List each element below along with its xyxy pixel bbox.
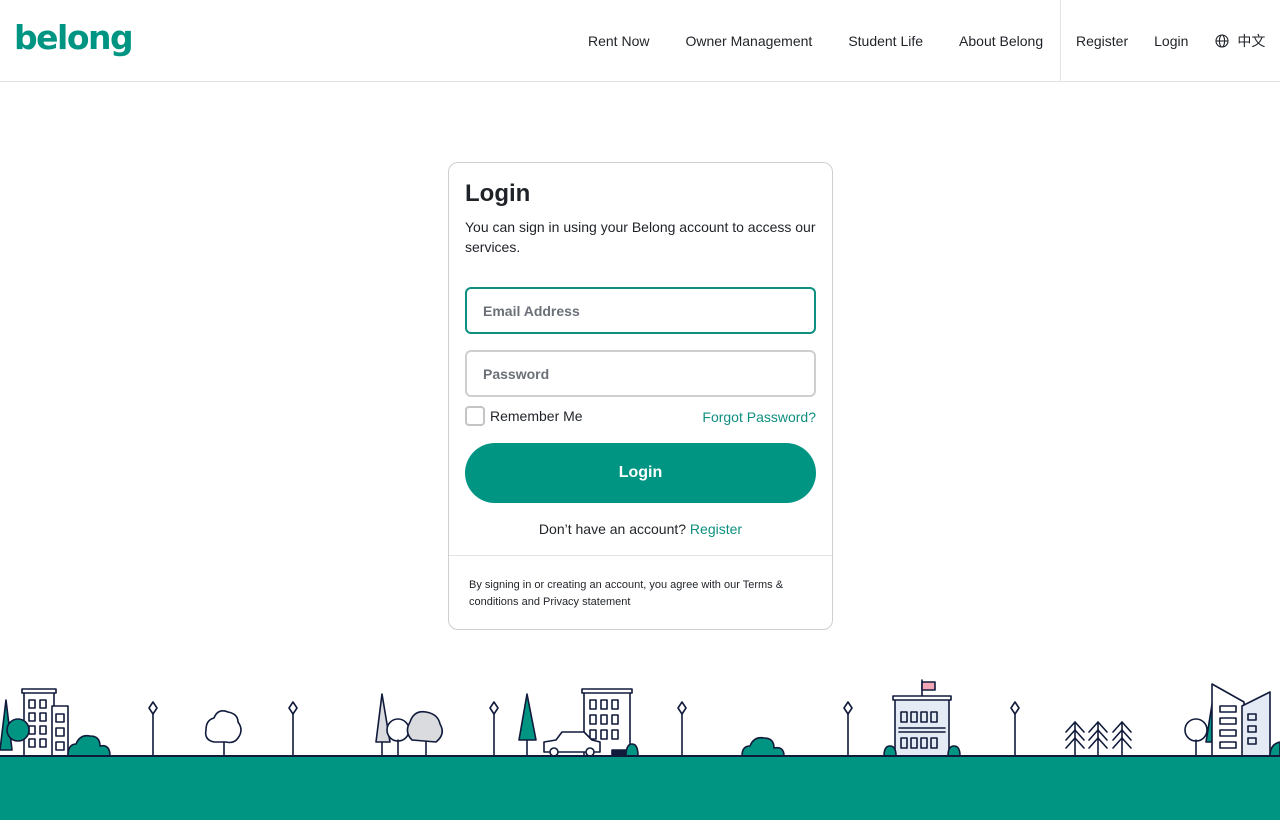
nav-register[interactable]: Register	[1076, 33, 1128, 49]
belong-logo[interactable]: belong	[14, 18, 134, 57]
nav-owner-management[interactable]: Owner Management	[685, 33, 812, 49]
account-nav: Register Login 中文	[1076, 0, 1280, 81]
nav-login[interactable]: Login	[1154, 33, 1188, 49]
remember-me-label: Remember Me	[490, 408, 583, 424]
site-header: belong Rent Now Owner Management Student…	[0, 0, 1280, 82]
globe-icon	[1215, 33, 1229, 48]
city-skyline-illustration	[0, 679, 1280, 820]
login-title: Login	[465, 180, 531, 207]
main-nav: Rent Now Owner Management Student Life A…	[588, 0, 1079, 81]
card-divider	[449, 555, 832, 556]
language-switcher[interactable]: 中文	[1215, 31, 1265, 51]
signup-prompt: Don’t have an account? Register	[449, 521, 832, 537]
remember-me-checkbox[interactable]	[465, 406, 485, 426]
remember-me[interactable]: Remember Me	[465, 406, 583, 426]
login-button[interactable]: Login	[465, 443, 816, 503]
password-field[interactable]	[465, 350, 816, 397]
login-card: Login You can sign in using your Belong …	[448, 162, 833, 630]
legal-notice: By signing in or creating an account, yo…	[469, 579, 784, 608]
forgot-password-link[interactable]: Forgot Password?	[702, 409, 816, 425]
no-account-text: Don’t have an account?	[538, 521, 687, 537]
language-label: 中文	[1237, 32, 1266, 49]
login-description: You can sign in using your Belong accoun…	[465, 219, 816, 255]
email-field[interactable]	[465, 287, 816, 334]
register-link[interactable]: Register	[690, 521, 742, 537]
nav-student-life[interactable]: Student Life	[848, 33, 923, 49]
nav-rent-now[interactable]: Rent Now	[588, 33, 649, 49]
nav-about-belong[interactable]: About Belong	[959, 33, 1043, 49]
nav-divider	[1060, 0, 1061, 81]
